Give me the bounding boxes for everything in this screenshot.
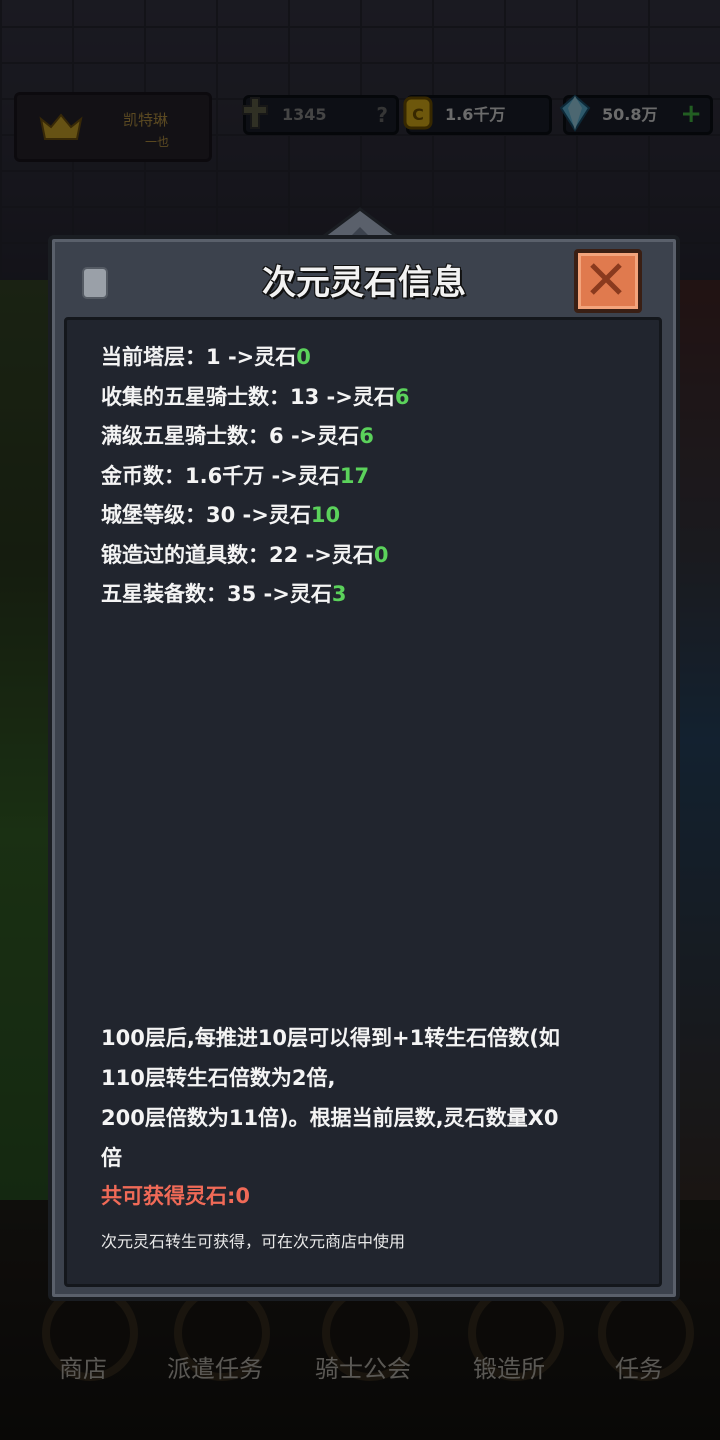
stat-row-floor: 当前塔层：1 ->灵石0 [101, 345, 311, 369]
nav-item-guild[interactable]: 骑士公会 [308, 1285, 418, 1395]
total-stones: 共可获得灵石:0 [101, 1184, 251, 1208]
nav-item-dispatch[interactable]: 派遣任务 [160, 1285, 270, 1395]
power-display: 1345 ? [242, 95, 399, 135]
player-subtitle: 一也 [145, 135, 170, 149]
background-left-scene [0, 280, 55, 1200]
svg-text:C: C [412, 105, 424, 124]
stat-row-forged-items: 锻造过的道具数：22 ->灵石0 [101, 542, 389, 567]
rebirth-info-text: 100层后,每推进10层可以得到+1转生石倍数(如 110层转生石倍数为2倍, … [101, 1018, 631, 1178]
gold-coin-icon: C [403, 96, 433, 130]
gold-display: C 1.6千万 [403, 95, 552, 135]
power-help-button[interactable]: ? [376, 98, 388, 132]
nav-item-tasks[interactable]: 任务 [584, 1285, 694, 1395]
crown-icon [39, 113, 83, 140]
nav-label: 骑士公会 [315, 1355, 411, 1383]
stat-row-gold: 金币数：1.6千万 ->灵石17 [101, 463, 370, 488]
stat-list: 当前塔层：1 ->灵石0 收集的五星骑士数：13 ->灵石6 满级五星骑士数：6… [101, 338, 409, 615]
close-button[interactable] [574, 249, 642, 313]
add-gem-button[interactable]: + [680, 97, 702, 131]
power-cross-icon [242, 97, 268, 129]
player-name: 凯特琳 [123, 111, 169, 129]
info-line: 110层转生石倍数为2倍, [101, 1066, 336, 1090]
nav-item-shop[interactable]: 商店 [28, 1285, 138, 1395]
gem-display: 50.8万 + [559, 94, 713, 135]
diamond-icon [559, 94, 591, 132]
info-line: 100层后,每推进10层可以得到+1转生石倍数(如 [101, 1026, 560, 1050]
dimension-stone-dialog: 次元灵石信息 当前塔层：1 ->灵石0 收集的五星骑士数：13 ->灵石6 满级… [48, 235, 680, 1301]
nav-label: 任务 [615, 1355, 663, 1383]
player-card[interactable]: 凯特琳 一也 [14, 92, 212, 162]
stat-row-castle-level: 城堡等级：30 ->灵石10 [101, 503, 341, 527]
gem-value: 50.8万 [602, 105, 658, 124]
dialog-body: 当前塔层：1 ->灵石0 收集的五星骑士数：13 ->灵石6 满级五星骑士数：6… [64, 317, 662, 1287]
nav-label: 派遣任务 [167, 1355, 263, 1383]
bottom-nav: 商店 派遣任务 骑士公会 锻造所 任务 [0, 1285, 720, 1395]
power-value: 1345 [282, 105, 327, 124]
footnote: 次元灵石转生可获得，可在次元商店中使用 [101, 1232, 406, 1251]
stat-row-maxed-knights: 满级五星骑士数：6 ->灵石6 [101, 424, 374, 448]
stat-row-five-star-gear: 五星装备数：35 ->灵石3 [101, 582, 347, 606]
gold-value: 1.6千万 [445, 105, 506, 124]
stat-row-collected-knights: 收集的五星骑士数：13 ->灵石6 [101, 384, 410, 409]
dialog-header: 次元灵石信息 [52, 239, 676, 319]
close-icon [590, 263, 622, 295]
info-line: 200层倍数为11倍)。根据当前层数,灵石数量X0 [101, 1106, 559, 1130]
nav-item-forge[interactable]: 锻造所 [454, 1285, 564, 1395]
nav-label: 商店 [59, 1355, 107, 1383]
nav-label: 锻造所 [473, 1355, 545, 1383]
info-line: 倍 [101, 1146, 122, 1170]
